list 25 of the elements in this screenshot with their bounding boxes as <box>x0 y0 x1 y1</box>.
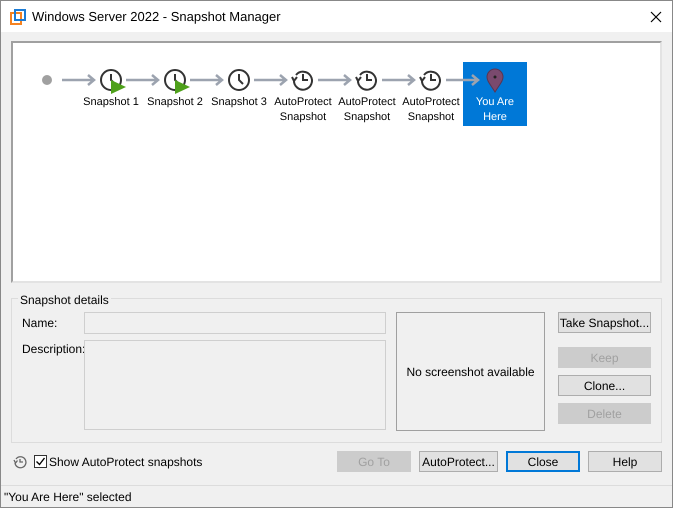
dialog-button[interactable]: Close <box>506 451 580 472</box>
dialog-button[interactable]: Clone... <box>558 375 651 396</box>
dialog-button[interactable]: AutoProtect... <box>419 451 498 472</box>
field-label: Name: <box>22 315 58 332</box>
node-label: You Are Here <box>474 95 516 125</box>
node-label: Snapshot 3 <box>210 95 268 110</box>
field-label: Description: <box>22 341 84 358</box>
dialog-button[interactable]: Help <box>588 451 662 472</box>
snapshot-node[interactable]: You Are Here <box>463 62 527 126</box>
node-label: Snapshot 2 <box>146 95 204 110</box>
snapshot-node[interactable]: Snapshot 1 <box>79 62 143 126</box>
snapshot-node[interactable]: AutoProtect Snapshot <box>271 62 335 126</box>
status-text: "You Are Here" selected <box>4 488 132 506</box>
snapshot-node[interactable]: AutoProtect Snapshot <box>335 62 399 126</box>
preview-text: No screenshot available <box>406 364 535 380</box>
snapshot-node[interactable]: Snapshot 3 <box>207 62 271 126</box>
snapshot-node[interactable]: Snapshot 2 <box>143 62 207 126</box>
node-label: AutoProtect Snapshot <box>401 95 461 125</box>
node-label: AutoProtect Snapshot <box>273 95 333 125</box>
node-label: Snapshot 1 <box>82 95 140 110</box>
snapshot-node[interactable]: AutoProtect Snapshot <box>399 62 463 126</box>
window-title: Windows Server 2022 - Snapshot Manager <box>32 8 282 26</box>
node-label: AutoProtect Snapshot <box>337 95 397 125</box>
checkbox-label: Show AutoProtect snapshots <box>49 454 204 470</box>
dialog-button[interactable]: Take Snapshot... <box>558 312 651 333</box>
